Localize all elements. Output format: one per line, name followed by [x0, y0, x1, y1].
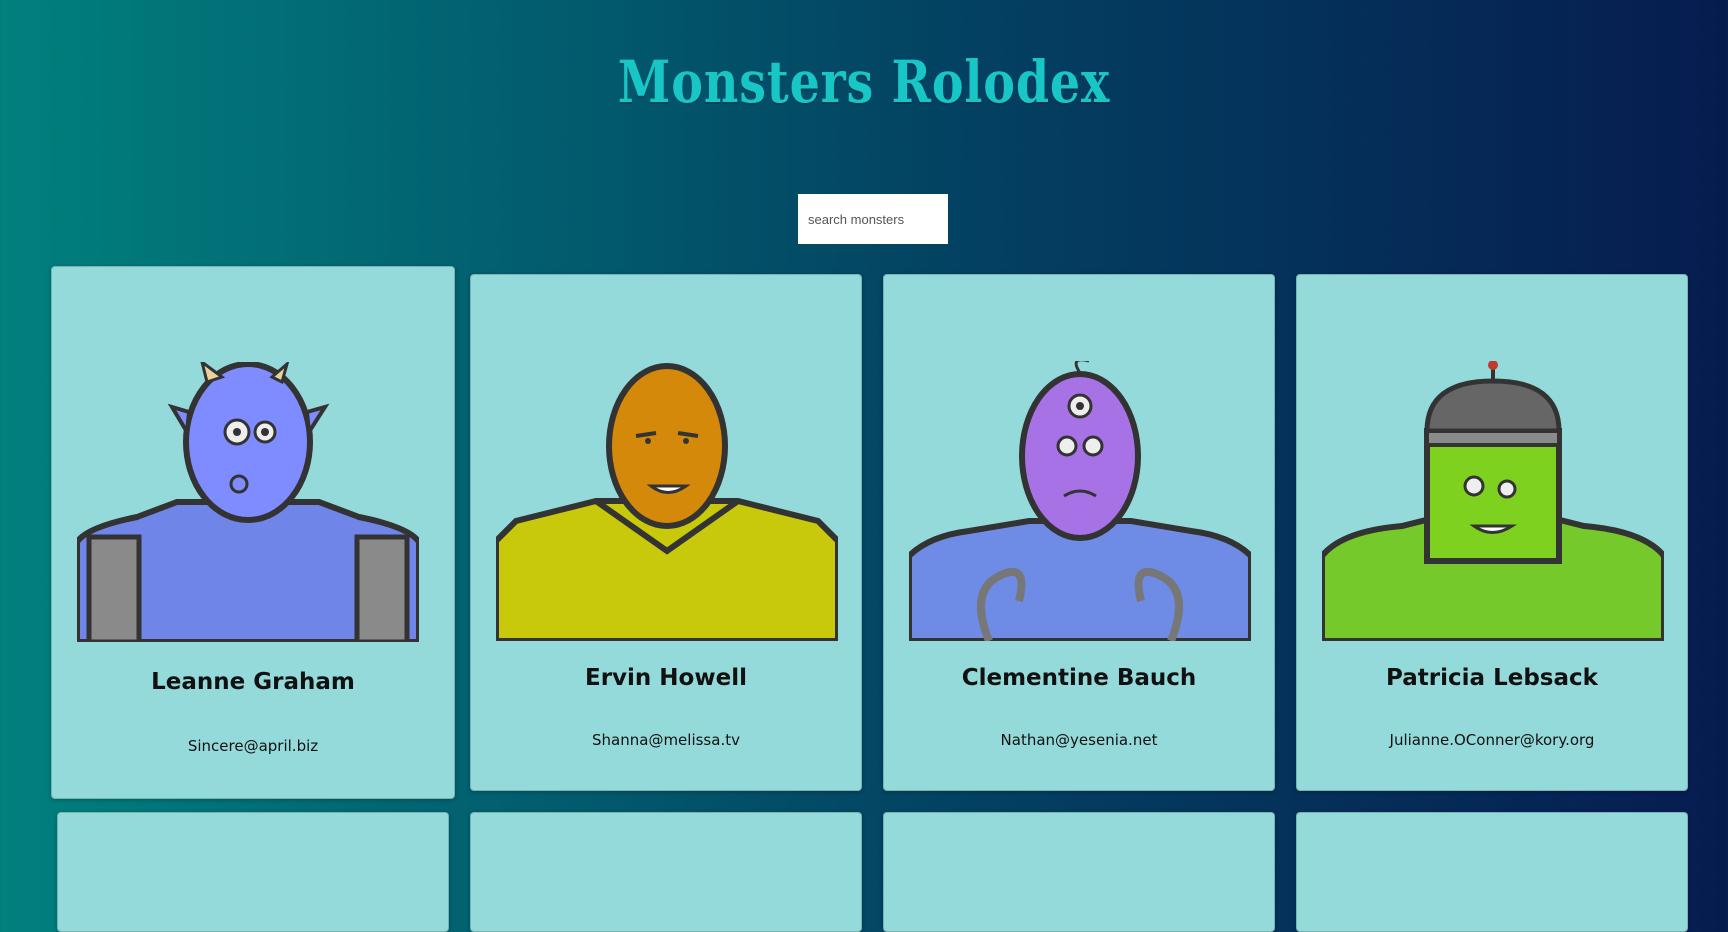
page-title: Monsters Rolodex: [617, 48, 1111, 116]
monster-card[interactable]: Clementine Bauch Nathan@yesenia.net: [883, 274, 1275, 791]
monster-avatar-image: [77, 362, 419, 642]
monster-email: Sincere@april.biz: [187, 737, 319, 755]
monster-name: Ervin Howell: [585, 665, 747, 691]
monster-email: Julianne.OConner@kory.org: [1389, 731, 1595, 749]
monster-card[interactable]: [57, 812, 449, 932]
monster-email: Shanna@melissa.tv: [592, 731, 740, 749]
monster-card[interactable]: [1296, 812, 1688, 932]
search-input[interactable]: [798, 194, 948, 244]
monster-avatar-image: [1322, 361, 1664, 641]
monster-email: Nathan@yesenia.net: [1000, 731, 1158, 749]
monster-avatar-image: [496, 361, 838, 641]
monster-card[interactable]: [470, 812, 862, 932]
monster-name: Leanne Graham: [151, 669, 355, 695]
monster-card[interactable]: [883, 812, 1275, 932]
monster-card[interactable]: Patricia Lebsack Julianne.OConner@kory.o…: [1296, 274, 1688, 791]
monster-avatar-image: [909, 361, 1251, 641]
monster-name: Patricia Lebsack: [1386, 665, 1598, 691]
monster-name: Clementine Bauch: [961, 665, 1197, 691]
monster-card[interactable]: Leanne Graham Sincere@april.biz: [51, 266, 455, 799]
monster-card[interactable]: Ervin Howell Shanna@melissa.tv: [470, 274, 862, 791]
